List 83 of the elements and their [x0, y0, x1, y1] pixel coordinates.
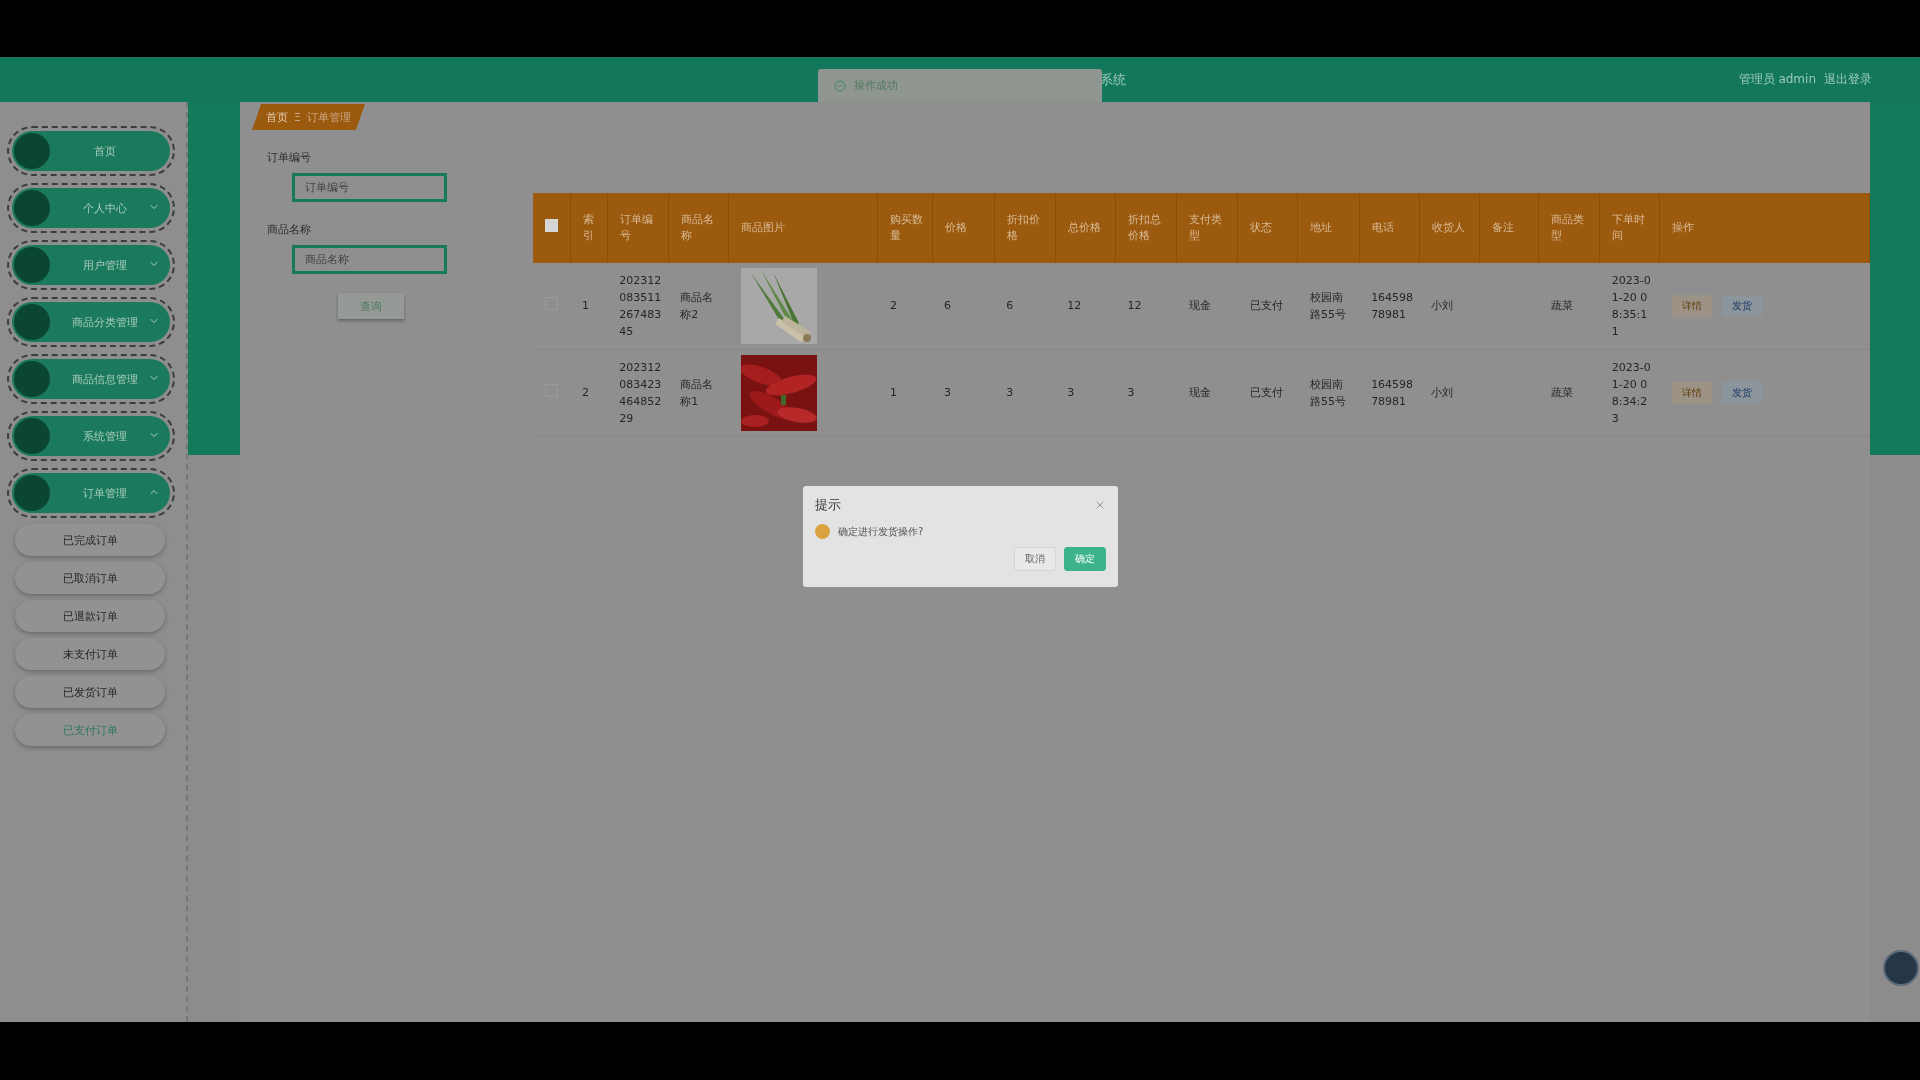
column-header: 状态 [1237, 193, 1298, 263]
table-cell: 12 [1055, 263, 1116, 350]
column-header: 电话 [1359, 193, 1420, 263]
column-header: 总价格 [1055, 193, 1116, 263]
table-cell: 商品名称2 [668, 263, 729, 350]
table-cell: 20231208351126748345 [607, 263, 669, 350]
circle-icon [14, 247, 50, 283]
circle-icon [14, 361, 50, 397]
column-header: 商品类型 [1538, 193, 1600, 263]
table-cell: 2023-01-20 08:34:23 [1599, 349, 1660, 437]
warning-icon [815, 524, 830, 539]
table-cell: 校园南路55号 [1297, 349, 1360, 437]
breadcrumb-separator: Ξ [294, 110, 301, 124]
close-icon[interactable] [1094, 499, 1106, 511]
table-cell: 蔬菜 [1538, 349, 1600, 437]
column-header: 商品名称 [668, 193, 729, 263]
circle-icon [14, 133, 50, 169]
dialog-button[interactable]: 取消 [1014, 547, 1056, 571]
submenu-item[interactable]: 未支付订单 [15, 638, 165, 670]
system-title: 系统 [1100, 70, 1126, 89]
circle-icon [14, 304, 50, 340]
table-cell: 小刘 [1419, 263, 1480, 350]
table-cell: 3 [1115, 349, 1177, 437]
column-header: 下单时间 [1599, 193, 1660, 263]
circle-icon [14, 475, 50, 511]
breadcrumb-link[interactable]: 首页 [266, 109, 288, 125]
column-header: 索引 [570, 193, 608, 263]
table-cell: 3 [932, 349, 995, 437]
table-cell: 2 [570, 349, 608, 437]
table-cell: 校园南路55号 [1297, 263, 1360, 350]
submenu-item[interactable]: 已退款订单 [15, 600, 165, 632]
action-button[interactable]: 发货 [1721, 382, 1762, 404]
circle-icon [14, 418, 50, 454]
submenu-item[interactable]: 已取消订单 [15, 562, 165, 594]
column-header: 收货人 [1419, 193, 1480, 263]
table-cell: 1 [877, 349, 933, 437]
table-cell: 16459878981 [1359, 263, 1420, 350]
breadcrumb-current: 订单管理 [306, 109, 351, 125]
table-cell: 现金 [1176, 349, 1238, 437]
search-button[interactable]: 查询 [338, 293, 404, 319]
select-all-checkbox[interactable] [545, 218, 558, 232]
column-header: 折扣价格 [994, 193, 1056, 263]
table-cell: 12 [1115, 263, 1177, 350]
column-header: 操作 [1659, 193, 1870, 263]
table-cell: 蔬菜 [1538, 263, 1600, 350]
table-cell: 16459878981 [1359, 349, 1420, 437]
table-cell: 6 [994, 263, 1056, 350]
column-header: 备注 [1479, 193, 1539, 263]
table-cell: 3 [994, 349, 1056, 437]
logout-link[interactable]: 退出登录 [1824, 71, 1872, 88]
table-cell: 2023-01-20 08:35:11 [1599, 263, 1660, 350]
table-cell: 已支付 [1237, 263, 1298, 350]
dialog-title: 提示 [815, 496, 841, 514]
table-cell: 6 [932, 263, 995, 350]
user-label: 管理员 admin [1738, 71, 1816, 88]
column-header: 折扣总价格 [1115, 193, 1177, 263]
action-button[interactable]: 详情 [1671, 382, 1712, 404]
circle-icon [14, 190, 50, 226]
submenu-item[interactable]: 已完成订单 [15, 524, 165, 556]
check-icon [834, 79, 846, 92]
column-header: 订单编号 [607, 193, 669, 263]
field-label: 订单编号 [267, 150, 312, 165]
table-cell: 小刘 [1419, 349, 1480, 437]
action-button[interactable]: 发货 [1721, 295, 1762, 317]
action-button[interactable]: 详情 [1671, 295, 1712, 317]
column-header: 商品图片 [728, 193, 878, 263]
table-cell: 20231208342346485229 [607, 349, 669, 437]
field-label: 商品名称 [267, 222, 312, 237]
table-cell: 3 [1055, 349, 1116, 437]
table-cell: 1 [570, 263, 608, 350]
column-header: 支付类型 [1176, 193, 1238, 263]
submenu-item[interactable]: 已发货订单 [15, 676, 165, 708]
search-field[interactable]: 订单编号 [292, 173, 447, 202]
column-header: 地址 [1297, 193, 1360, 263]
table-cell: 已支付 [1237, 349, 1298, 437]
table-cell: 商品名称1 [668, 349, 729, 437]
table-cell: 现金 [1176, 263, 1238, 350]
column-header: 价格 [932, 193, 995, 263]
dialog-message: 确定进行发货操作? [838, 524, 924, 539]
column-header: 购买数量 [877, 193, 933, 263]
table-cell: 2 [877, 263, 933, 350]
search-field[interactable]: 商品名称 [292, 245, 447, 274]
dialog-button[interactable]: 确定 [1064, 547, 1106, 571]
